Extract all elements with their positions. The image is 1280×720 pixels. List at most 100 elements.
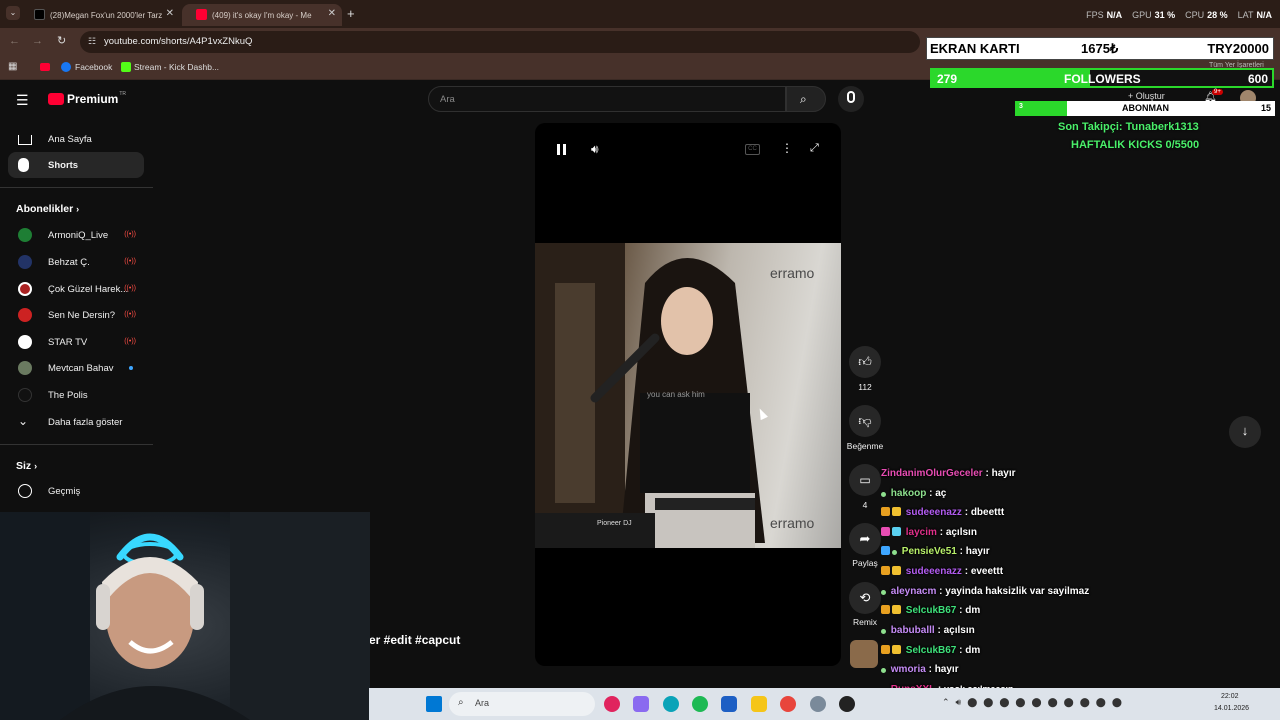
search-input[interactable]: Ara bbox=[428, 86, 786, 112]
crown-badge-icon bbox=[892, 605, 901, 614]
create-button[interactable]: + Oluştur bbox=[1128, 91, 1165, 101]
chat-message: sudeeenazz : eveettt bbox=[881, 566, 1003, 577]
remix-button[interactable]: ⟲ bbox=[849, 582, 881, 614]
chat-message: laycim : açılsın bbox=[881, 527, 977, 538]
goal-target: TRY20000 bbox=[1207, 41, 1269, 56]
tray-icons[interactable]: ⌃🔊︎⬤⬤⬤⬤⬤⬤⬤⬤⬤⬤ bbox=[942, 697, 1128, 708]
history-icon bbox=[18, 484, 32, 498]
taskbar-search[interactable]: ⌕ Ara bbox=[449, 692, 595, 716]
reload-icon[interactable]: ↻ bbox=[57, 34, 66, 47]
fullscreen-icon[interactable]: ⤢ bbox=[810, 142, 819, 155]
tab-search-button[interactable]: ⌄ bbox=[6, 6, 20, 20]
sub-badge-icon bbox=[892, 527, 901, 536]
show-more-button[interactable]: ⌄ Daha fazla göster bbox=[8, 409, 144, 435]
gift-badge-icon bbox=[881, 645, 890, 654]
shorts-player[interactable]: 🔊︎ CC ⋮ ⤢ erramo erramo Pioneer DJ you c… bbox=[535, 123, 841, 666]
volume-icon: 🔊︎ bbox=[591, 142, 599, 156]
sub-item[interactable]: Sen Ne Dersin? ((•)) bbox=[8, 302, 144, 328]
channel-avatar bbox=[18, 388, 32, 402]
home-icon bbox=[18, 135, 32, 145]
forward-icon[interactable]: → bbox=[32, 35, 43, 47]
dislike-button[interactable]: 👎︎ bbox=[849, 405, 881, 437]
bookmark-facebook[interactable]: Facebook bbox=[75, 62, 112, 72]
file-explorer-icon[interactable] bbox=[751, 696, 767, 712]
sidebar-item-shorts[interactable]: Shorts bbox=[8, 152, 144, 178]
video-frame[interactable]: erramo erramo Pioneer DJ you can ask him bbox=[535, 243, 841, 548]
performance-hud: FPS N/A GPU 31 % CPU 28 % LAT N/A bbox=[1086, 10, 1272, 20]
media-player-icon[interactable] bbox=[604, 696, 620, 712]
chevron-right-icon: › bbox=[76, 204, 80, 214]
tab-megan-fox[interactable]: (28)Megan Fox'un 2000'ler Tarz ✕ bbox=[20, 4, 180, 26]
channel-avatar bbox=[18, 282, 32, 296]
tiktok-icon bbox=[34, 9, 45, 20]
crown-badge-icon bbox=[892, 645, 901, 654]
tab-its-okay[interactable]: (409) it's okay I'm okay - Me ✕ bbox=[182, 4, 342, 26]
chat-message: ZindanimOlurGeceler : hayır bbox=[881, 468, 1016, 479]
copilot-icon[interactable] bbox=[633, 696, 649, 712]
live-icon: ((•)) bbox=[124, 311, 136, 318]
search-icon: ⌕ bbox=[800, 92, 807, 106]
video-caption: you can ask him bbox=[647, 390, 705, 399]
gift-badge-icon bbox=[881, 507, 890, 516]
sub-item[interactable]: ArmoniQ_Live ((•)) bbox=[8, 222, 144, 248]
youtube-bookmark-icon[interactable] bbox=[40, 63, 50, 71]
live-icon: ((•)) bbox=[124, 285, 136, 292]
chat-message: PensieVe51 : hayır bbox=[881, 546, 990, 557]
sidebar-item-history[interactable]: Geçmiş bbox=[8, 478, 144, 504]
voice-search-button[interactable] bbox=[838, 86, 864, 112]
chat-message: SelcukB67 : dm bbox=[881, 605, 980, 616]
windows-start-icon[interactable] bbox=[426, 696, 442, 712]
apps-icon[interactable]: ▦ bbox=[8, 61, 17, 72]
close-tab-icon[interactable]: ✕ bbox=[328, 8, 336, 19]
chrome-icon[interactable] bbox=[780, 696, 796, 712]
close-tab-icon[interactable]: ✕ bbox=[166, 8, 174, 19]
clock-time[interactable]: 22:02 bbox=[1221, 693, 1239, 700]
chat-message: sudeeenazz : dbeettt bbox=[881, 507, 1004, 518]
spotify-icon[interactable] bbox=[692, 696, 708, 712]
settings-icon[interactable] bbox=[810, 696, 826, 712]
store-icon[interactable] bbox=[721, 696, 737, 712]
sub-item[interactable]: STAR TV ((•)) bbox=[8, 329, 144, 355]
sub-item[interactable]: Çok Güzel Harek... ((•)) bbox=[8, 276, 144, 302]
gift-badge-icon bbox=[881, 527, 890, 536]
you-header[interactable]: Siz › bbox=[16, 460, 37, 472]
channel-avatar[interactable] bbox=[850, 640, 878, 668]
share-button[interactable]: ➦ bbox=[849, 523, 881, 555]
like-button[interactable]: 👍︎ bbox=[849, 346, 881, 378]
sub-item[interactable]: Behzat Ç. ((•)) bbox=[8, 249, 144, 275]
sidebar-item-home[interactable]: Ana Sayfa bbox=[8, 126, 144, 152]
pause-button[interactable] bbox=[556, 144, 568, 156]
omnibox[interactable]: ☷ youtube.com/shorts/A4P1vxZNkuQ bbox=[80, 31, 920, 53]
weekly-kicks-text: HAFTALIK KICKS 0/5500 bbox=[1071, 139, 1200, 151]
last-follower-text: Son Takipçi: Tunaberk1313 bbox=[1058, 121, 1199, 133]
more-options-icon[interactable]: ⋮ bbox=[781, 141, 793, 155]
subscriptions-header[interactable]: Abonelikler › bbox=[16, 203, 79, 215]
edge-icon[interactable] bbox=[663, 696, 679, 712]
scroll-down-button[interactable]: ↓ bbox=[1229, 416, 1261, 448]
like-count: 112 bbox=[858, 382, 872, 392]
url-text[interactable]: youtube.com/shorts/A4P1vxZNkuQ bbox=[104, 36, 252, 47]
comment-icon: ▭ bbox=[859, 473, 871, 487]
channel-avatar bbox=[18, 335, 32, 349]
comments-button[interactable]: ▭ bbox=[849, 464, 881, 496]
new-tab-button[interactable]: + bbox=[347, 6, 355, 21]
shorts-icon bbox=[18, 158, 29, 172]
back-icon[interactable]: ← bbox=[9, 35, 20, 47]
svg-text:erramo: erramo bbox=[770, 515, 815, 531]
video-description[interactable]: er #edit #capcut bbox=[369, 633, 460, 647]
captions-button[interactable]: CC bbox=[745, 144, 760, 155]
search-button[interactable]: ⌕ bbox=[786, 86, 826, 112]
sub-item[interactable]: The Polis bbox=[8, 382, 144, 408]
site-info-icon[interactable]: ☷ bbox=[88, 36, 96, 47]
clock-date[interactable]: 14.01.2026 bbox=[1214, 705, 1249, 712]
svg-text:erramo: erramo bbox=[770, 265, 815, 281]
webcam-overlay bbox=[0, 512, 370, 720]
obs-icon[interactable] bbox=[839, 696, 855, 712]
sub-item[interactable]: Mevtcan Bahav bbox=[8, 355, 144, 381]
volume-button[interactable]: 🔊︎ bbox=[591, 142, 599, 157]
new-content-dot bbox=[129, 366, 133, 370]
chat-message: wmoria : hayır bbox=[881, 664, 959, 675]
chevron-down-icon: ⌄ bbox=[18, 414, 29, 428]
bookmark-kick[interactable]: Stream - Kick Dashb... bbox=[134, 62, 219, 72]
youtube-icon bbox=[196, 9, 207, 20]
